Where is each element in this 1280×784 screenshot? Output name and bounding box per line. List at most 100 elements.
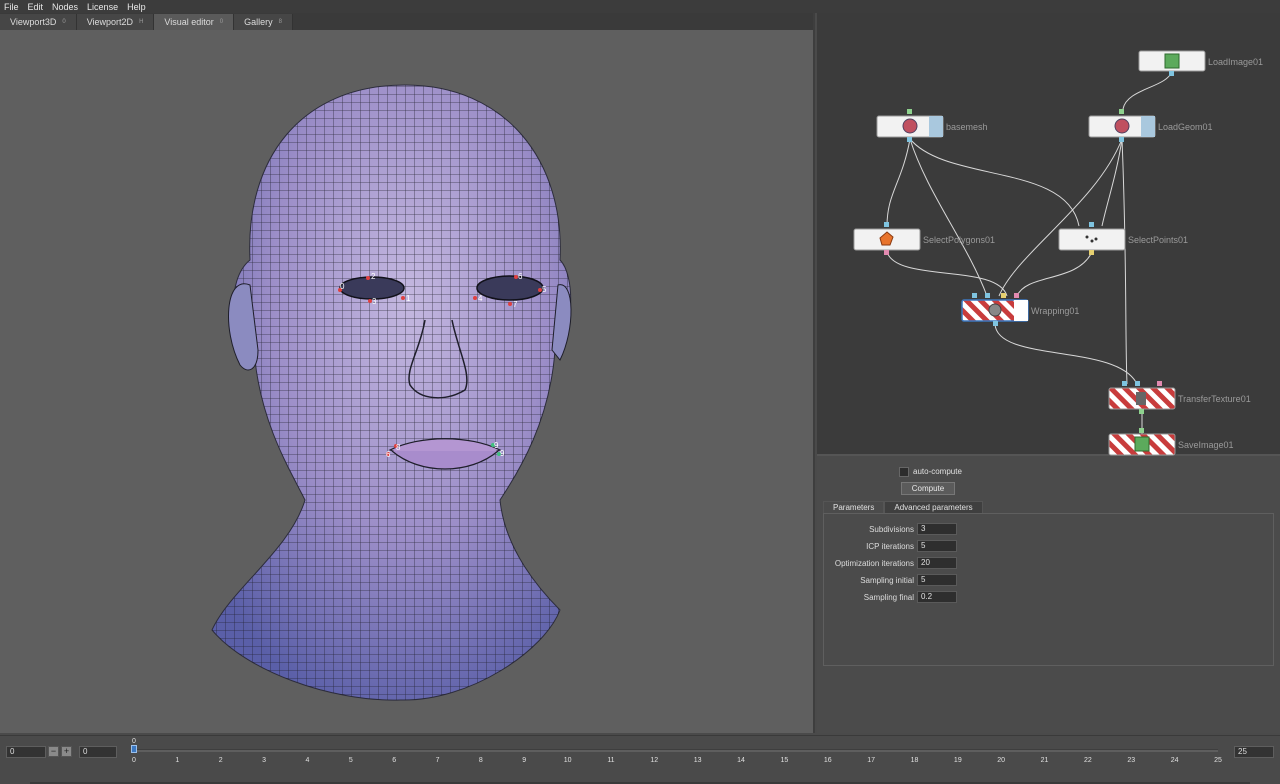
node-wrapping-label: Wrapping01 bbox=[1031, 306, 1080, 316]
head-mesh-render: 0 2 3 1 6 5 4 7 8 6 9 9 bbox=[211, 84, 572, 701]
node-graph[interactable]: LoadImage01 basemesh LoadGeom01 SelectPo… bbox=[817, 13, 1280, 456]
svg-text:3: 3 bbox=[372, 297, 377, 306]
svg-text:2: 2 bbox=[371, 272, 376, 281]
timeline-tick-12: 12 bbox=[650, 757, 659, 764]
timeline: 0 − + 0 0 0 1 2 3 4 5 6 7 8 9 10 11 12 13 14 15 16 17 18 19… bbox=[0, 735, 1280, 784]
auto-compute-checkbox[interactable] bbox=[899, 467, 909, 477]
node-load-geom[interactable] bbox=[1088, 109, 1156, 142]
svg-text:1: 1 bbox=[406, 294, 411, 303]
node-basemesh-label: basemesh bbox=[946, 122, 988, 132]
menu-file[interactable]: File bbox=[4, 2, 19, 12]
tab-gallery-shortcut: 8 bbox=[278, 19, 282, 25]
node-select-points-label: SelectPoints01 bbox=[1128, 235, 1189, 245]
tab-visual-editor[interactable]: Visual editor 0 bbox=[154, 14, 235, 30]
menu-help[interactable]: Help bbox=[127, 2, 146, 12]
timeline-tick-4: 4 bbox=[305, 757, 310, 764]
viewport-panel: Viewport3D 0 Viewport2D H Visual editor … bbox=[0, 13, 815, 733]
timeline-tick-6: 6 bbox=[392, 757, 397, 764]
timeline-tick-20: 20 bbox=[997, 757, 1006, 764]
timeline-track[interactable] bbox=[134, 749, 1218, 752]
optimization-iterations-field[interactable]: 20 bbox=[917, 557, 957, 569]
timeline-tick-19: 19 bbox=[953, 757, 962, 764]
timeline-tick-16: 16 bbox=[823, 757, 832, 764]
node-select-polygons-label: SelectPolygons01 bbox=[923, 235, 996, 245]
3d-viewport[interactable]: 0 2 3 1 6 5 4 7 8 6 9 9 bbox=[0, 30, 813, 733]
timeline-tick-22: 22 bbox=[1084, 757, 1092, 764]
node-load-image-label: LoadImage01 bbox=[1208, 57, 1264, 67]
param-row-icp-iterations: ICP iterations 5 bbox=[824, 540, 1274, 553]
timeline-end-field[interactable]: 25 bbox=[1234, 746, 1274, 758]
timeline-tick-14: 14 bbox=[737, 757, 745, 764]
node-save-image-label: SaveImage01 bbox=[1178, 440, 1234, 450]
app-window: File Edit Nodes License Help Viewport3D … bbox=[0, 0, 1280, 784]
node-save-image[interactable] bbox=[1108, 428, 1176, 456]
tab-viewport3d-label: Viewport3D bbox=[10, 17, 57, 27]
tab-viewport2d-label: Viewport2D bbox=[86, 17, 134, 27]
svg-text:4: 4 bbox=[478, 294, 483, 303]
node-transfer-texture[interactable] bbox=[1108, 381, 1176, 414]
timeline-tick-3: 3 bbox=[262, 757, 267, 764]
head-mesh bbox=[211, 84, 572, 701]
param-row-subdivisions: Subdivisions 3 bbox=[824, 523, 1274, 536]
timeline-tick-0: 0 bbox=[132, 757, 136, 764]
param-row-sampling-final: Sampling final 0.2 bbox=[824, 591, 1274, 604]
menu-nodes[interactable]: Nodes bbox=[52, 2, 78, 12]
right-panel: LoadImage01 basemesh LoadGeom01 SelectPo… bbox=[817, 13, 1280, 733]
landmark-6b[interactable]: 6 bbox=[386, 450, 391, 459]
timeline-tick-13: 13 bbox=[693, 757, 702, 764]
timeline-tick-7: 7 bbox=[435, 757, 440, 764]
timeline-tick-23: 23 bbox=[1127, 757, 1136, 764]
optimization-iterations-label: Optimization iterations bbox=[834, 559, 914, 568]
svg-text:7: 7 bbox=[513, 300, 518, 309]
sampling-final-field[interactable]: 0.2 bbox=[917, 591, 957, 603]
tab-viewport3d-shortcut: 0 bbox=[62, 19, 66, 25]
node-select-polygons[interactable] bbox=[853, 222, 921, 255]
svg-text:0: 0 bbox=[340, 282, 345, 291]
timeline-tick-18: 18 bbox=[910, 757, 919, 764]
menu-license[interactable]: License bbox=[87, 2, 118, 12]
timeline-tick-21: 21 bbox=[1040, 757, 1049, 764]
menu-edit[interactable]: Edit bbox=[28, 2, 44, 12]
tab-visual-editor-shortcut: 0 bbox=[219, 19, 224, 25]
subdivisions-field[interactable]: 3 bbox=[917, 523, 957, 535]
node-graph-canvas bbox=[853, 50, 1206, 456]
timeline-tick-9: 9 bbox=[522, 757, 527, 764]
param-row-optimization-iterations: Optimization iterations 20 bbox=[824, 557, 1274, 570]
tab-viewport2d[interactable]: Viewport2D H bbox=[76, 14, 155, 30]
svg-text:8: 8 bbox=[396, 443, 401, 452]
timeline-tick-15: 15 bbox=[780, 757, 789, 764]
timeline-tick-24: 24 bbox=[1170, 757, 1179, 764]
compute-button[interactable]: Compute bbox=[901, 482, 955, 495]
timeline-ticks: 0 1 2 3 4 5 6 7 8 9 10 11 12 13 14 15 16 17 18 19 20 21 22 23 24… bbox=[0, 755, 1280, 769]
node-load-image[interactable] bbox=[1138, 50, 1206, 76]
svg-text:5: 5 bbox=[542, 285, 547, 294]
parameters-panel: Subdivisions 3 ICP iterations 5 Optimiza… bbox=[823, 513, 1274, 666]
svg-text:9: 9 bbox=[494, 441, 499, 450]
timeline-tick-17: 17 bbox=[867, 757, 876, 764]
timeline-tick-8: 8 bbox=[478, 757, 483, 764]
node-basemesh[interactable] bbox=[876, 109, 944, 142]
tab-gallery-label: Gallery bbox=[244, 17, 273, 27]
svg-text:6: 6 bbox=[386, 450, 391, 459]
viewport-tab-bar: Viewport3D 0 Viewport2D H Visual editor … bbox=[0, 13, 813, 30]
landmark-8[interactable]: 8 bbox=[394, 443, 401, 452]
landmark-0[interactable]: 0 bbox=[338, 282, 345, 292]
icp-iterations-field[interactable]: 5 bbox=[917, 540, 957, 552]
tab-gallery[interactable]: Gallery 8 bbox=[234, 14, 293, 30]
node-transfer-texture-label: TransferTexture01 bbox=[1178, 394, 1251, 404]
auto-compute-label: auto-compute bbox=[913, 467, 962, 476]
timeline-tick-2: 2 bbox=[218, 757, 223, 764]
timeline-playhead[interactable] bbox=[131, 745, 137, 753]
timeline-tick-11: 11 bbox=[607, 757, 615, 764]
timeline-marker-label: 0 bbox=[132, 738, 136, 745]
timeline-tick-10: 10 bbox=[563, 757, 572, 764]
sampling-final-label: Sampling final bbox=[863, 593, 914, 602]
node-load-geom-label: LoadGeom01 bbox=[1158, 122, 1213, 132]
timeline-tick-1: 1 bbox=[175, 757, 180, 764]
sampling-initial-field[interactable]: 5 bbox=[917, 574, 957, 586]
svg-text:6: 6 bbox=[518, 272, 523, 281]
node-wrapping[interactable] bbox=[961, 293, 1029, 326]
node-select-points[interactable] bbox=[1058, 222, 1126, 255]
timeline-tick-25: 25 bbox=[1214, 757, 1222, 764]
tab-viewport3d[interactable]: Viewport3D 0 bbox=[0, 14, 77, 30]
